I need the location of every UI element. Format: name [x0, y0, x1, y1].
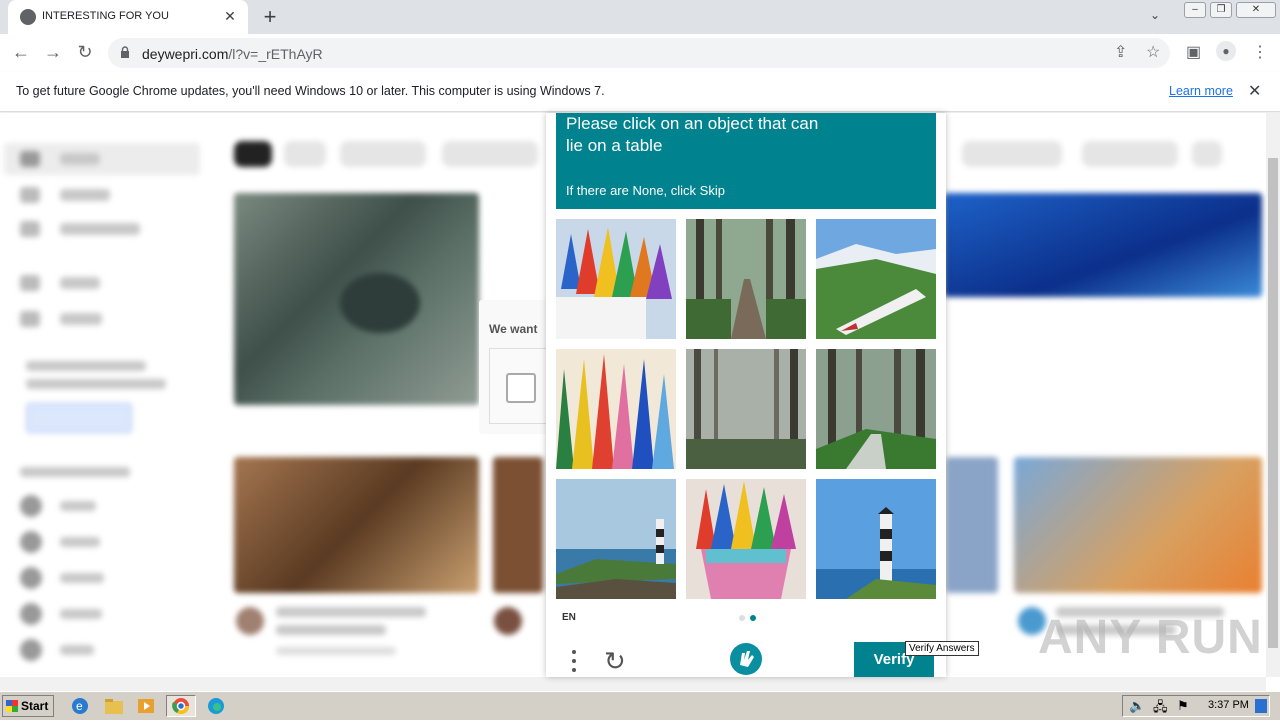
tab-strip: INTERESTING FOR YOU ✕ + ⌄ – ❐ ✕ [0, 0, 1280, 34]
captcha-prompt: Please click on an object that can lie o… [566, 114, 819, 155]
start-button[interactable]: Start [2, 695, 54, 717]
refresh-icon[interactable]: ↻ [604, 646, 626, 677]
close-window-button[interactable]: ✕ [1236, 2, 1276, 18]
back-icon[interactable]: ← [10, 42, 32, 63]
forest-path-image [686, 219, 806, 339]
lock-icon [121, 46, 129, 58]
infobar-message: To get future Google Chrome updates, you… [16, 84, 605, 98]
checkbox[interactable] [506, 373, 536, 403]
chrome-taskbar-icon[interactable] [166, 695, 196, 717]
forward-icon[interactable]: → [42, 42, 64, 63]
bookmark-star-icon[interactable]: ☆ [1146, 42, 1160, 62]
watermark-logo: ANY RUN [1038, 611, 1263, 664]
checkbox-dialog: We want [479, 300, 549, 434]
hcaptcha-logo-icon [730, 643, 762, 675]
pencils-image [556, 219, 676, 339]
page-dot-1 [739, 615, 745, 621]
captcha-tile-7[interactable] [556, 479, 676, 599]
profile-avatar[interactable]: ● [1216, 41, 1236, 61]
svg-text:e: e [76, 699, 83, 713]
captcha-challenge: Please click on an object that can lie o… [546, 113, 946, 677]
side-panel-icon[interactable]: ▣ [1186, 42, 1201, 62]
captcha-tile-2[interactable] [686, 219, 806, 339]
captcha-tile-6[interactable] [816, 349, 936, 469]
volume-icon[interactable]: 🔈 [1129, 698, 1145, 714]
globe-icon [20, 9, 36, 25]
tab-close-icon[interactable]: ✕ [220, 6, 240, 26]
media-player-icon[interactable] [134, 695, 158, 717]
horizontal-scrollbar[interactable] [0, 677, 1266, 691]
pencils-closeup-image [556, 349, 676, 469]
captcha-tile-1[interactable] [556, 219, 676, 339]
train-image [816, 219, 936, 339]
reload-icon[interactable]: ↻ [74, 42, 96, 63]
captcha-tile-3[interactable] [816, 219, 936, 339]
show-desktop-icon[interactable] [1255, 699, 1267, 713]
menu-kebab-icon[interactable]: ⋮ [1252, 42, 1268, 62]
captcha-tile-4[interactable] [556, 349, 676, 469]
captcha-tile-8[interactable] [686, 479, 806, 599]
dialog-text: We want [489, 322, 538, 336]
captcha-tile-9[interactable] [816, 479, 936, 599]
explorer-folder-icon[interactable] [102, 695, 126, 717]
action-center-flag-icon[interactable]: ⚑ [1177, 698, 1189, 714]
start-label: Start [21, 699, 49, 713]
tab-search-icon[interactable]: ⌄ [1150, 8, 1160, 22]
address-bar[interactable]: deywepri.com/l?v=_rEThAyR [108, 38, 1170, 68]
new-tab-button[interactable]: + [258, 4, 282, 30]
edge-icon[interactable] [204, 695, 228, 717]
windows-flag-icon [6, 700, 18, 712]
clock: 3:37 PM [1208, 699, 1249, 711]
pencils-cup-image [686, 479, 806, 599]
page-dot-2 [750, 615, 756, 621]
verify-tooltip: Verify Answers [905, 641, 979, 656]
vertical-scrollbar[interactable] [1266, 113, 1280, 677]
update-infobar: To get future Google Chrome updates, you… [0, 72, 1280, 112]
browser-toolbar: ← → ↻ deywepri.com/l?v=_rEThAyR ⇪ ☆ ▣ ● … [0, 34, 1280, 72]
lighthouse-image [816, 479, 936, 599]
windows-taskbar: Start e 🔈 🖧 ⚑ 3:37 PM [0, 691, 1280, 720]
checkbox-frame [489, 348, 549, 424]
browser-tab[interactable]: INTERESTING FOR YOU ✕ [8, 0, 248, 34]
tab-title: INTERESTING FOR YOU [42, 10, 169, 22]
lighthouse-image [556, 479, 676, 599]
ie-icon[interactable]: e [68, 695, 92, 717]
network-icon[interactable]: 🖧 [1153, 698, 1168, 720]
learn-more-link[interactable]: Learn more [1169, 84, 1233, 98]
minimize-button[interactable]: – [1184, 2, 1206, 18]
forest-stream-image [816, 349, 936, 469]
menu-kebab-icon[interactable] [570, 648, 578, 674]
restore-button[interactable]: ❐ [1210, 2, 1232, 18]
scrollbar-thumb[interactable] [1268, 158, 1278, 648]
infobar-close-icon[interactable]: ✕ [1248, 81, 1261, 101]
misty-forest-image [686, 349, 806, 469]
captcha-subtext: If there are None, click Skip [566, 183, 725, 198]
share-icon[interactable]: ⇪ [1114, 42, 1127, 62]
language-selector[interactable]: EN [562, 612, 576, 623]
captcha-header: Please click on an object that can lie o… [556, 113, 936, 209]
captcha-tile-5[interactable] [686, 349, 806, 469]
url-text: deywepri.com/l?v=_rEThAyR [142, 46, 323, 62]
